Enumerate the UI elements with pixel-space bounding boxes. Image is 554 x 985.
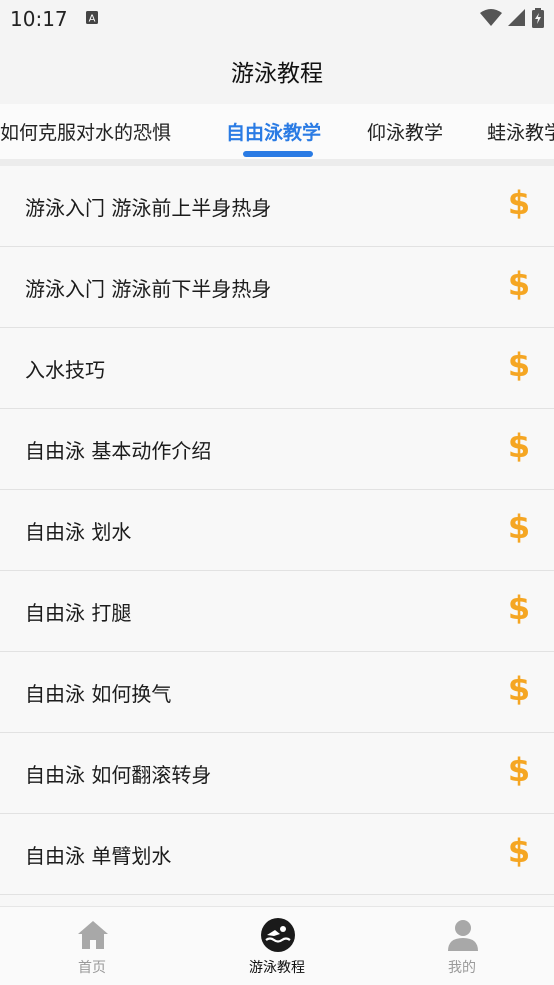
status-bar: 10:17 A (0, 0, 554, 38)
nav-swim-tutorial[interactable]: 游泳教程 (217, 907, 337, 985)
svg-text:$: $ (508, 591, 530, 625)
lesson-title: 自由泳 单臂划水 (25, 843, 172, 868)
dollar-icon: $ (508, 429, 530, 463)
signal-icon (508, 9, 525, 26)
bottom-nav: 首页 游泳教程 我的 (0, 906, 554, 985)
lesson-title: 游泳入门 游泳前下半身热身 (25, 276, 272, 301)
svg-text:$: $ (508, 753, 530, 787)
category-tabs: 如何克服对水的恐惧 自由泳教学 仰泳教学 蛙泳教学 (0, 104, 554, 159)
list-item[interactable]: 自由泳 单臂划水 $ (0, 814, 554, 895)
dollar-icon: $ (508, 591, 530, 625)
lesson-title: 入水技巧 (25, 357, 105, 382)
status-time: 10:17 (10, 7, 68, 31)
list-item[interactable]: 自由泳 如何换气 $ (0, 652, 554, 733)
swimmer-icon (261, 918, 295, 952)
svg-text:$: $ (508, 348, 530, 382)
tab-backstroke[interactable]: 仰泳教学 (367, 118, 443, 145)
dollar-icon: $ (508, 348, 530, 382)
list-item[interactable]: 自由泳 如何翻滚转身 $ (0, 733, 554, 814)
list-item[interactable]: 自由泳 基本动作介绍 $ (0, 409, 554, 490)
nav-home[interactable]: 首页 (32, 907, 152, 985)
svg-text:A: A (89, 14, 96, 25)
lesson-title: 自由泳 划水 (25, 519, 132, 544)
svg-text:$: $ (508, 834, 530, 868)
lesson-title: 自由泳 打腿 (25, 600, 132, 625)
list-item[interactable]: 游泳入门 游泳前下半身热身 $ (0, 247, 554, 328)
a-notification-icon: A (86, 11, 98, 24)
list-item[interactable]: 入水技巧 $ (0, 328, 554, 409)
wifi-icon (480, 9, 502, 26)
dollar-icon: $ (508, 753, 530, 787)
svg-text:$: $ (508, 672, 530, 706)
tab-freestyle[interactable]: 自由泳教学 (226, 118, 321, 145)
lesson-title: 自由泳 如何翻滚转身 (25, 762, 212, 787)
lesson-list: 游泳入门 游泳前上半身热身 $ 游泳入门 游泳前下半身热身 $ 入水技巧 $ 自… (0, 166, 554, 906)
nav-label: 我的 (448, 960, 476, 976)
dollar-icon: $ (508, 834, 530, 868)
list-item[interactable]: 自由泳 划水 $ (0, 490, 554, 571)
dollar-icon: $ (508, 267, 530, 301)
svg-text:$: $ (508, 186, 530, 220)
dollar-icon: $ (508, 510, 530, 544)
list-item[interactable]: 自由泳 打腿 $ (0, 571, 554, 652)
list-item[interactable]: 游泳入门 游泳前上半身热身 $ (0, 166, 554, 247)
profile-icon (448, 920, 478, 951)
nav-label: 首页 (78, 960, 106, 976)
nav-profile[interactable]: 我的 (402, 907, 522, 985)
lesson-title: 自由泳 基本动作介绍 (25, 438, 212, 463)
tab-fear-of-water[interactable]: 如何克服对水的恐惧 (0, 118, 171, 145)
lesson-title: 自由泳 如何换气 (25, 681, 172, 706)
app-header: 游泳教程 (0, 38, 554, 104)
home-icon (78, 921, 108, 949)
svg-text:$: $ (508, 267, 530, 301)
svg-text:$: $ (508, 510, 530, 544)
battery-charging-icon (532, 8, 544, 28)
tab-breaststroke[interactable]: 蛙泳教学 (487, 118, 554, 145)
svg-text:$: $ (508, 429, 530, 463)
tab-indicator (243, 151, 313, 157)
page-title: 游泳教程 (231, 61, 323, 87)
nav-label: 游泳教程 (249, 960, 305, 976)
lesson-title: 游泳入门 游泳前上半身热身 (25, 195, 272, 220)
dollar-icon: $ (508, 186, 530, 220)
divider (0, 159, 554, 166)
dollar-icon: $ (508, 672, 530, 706)
